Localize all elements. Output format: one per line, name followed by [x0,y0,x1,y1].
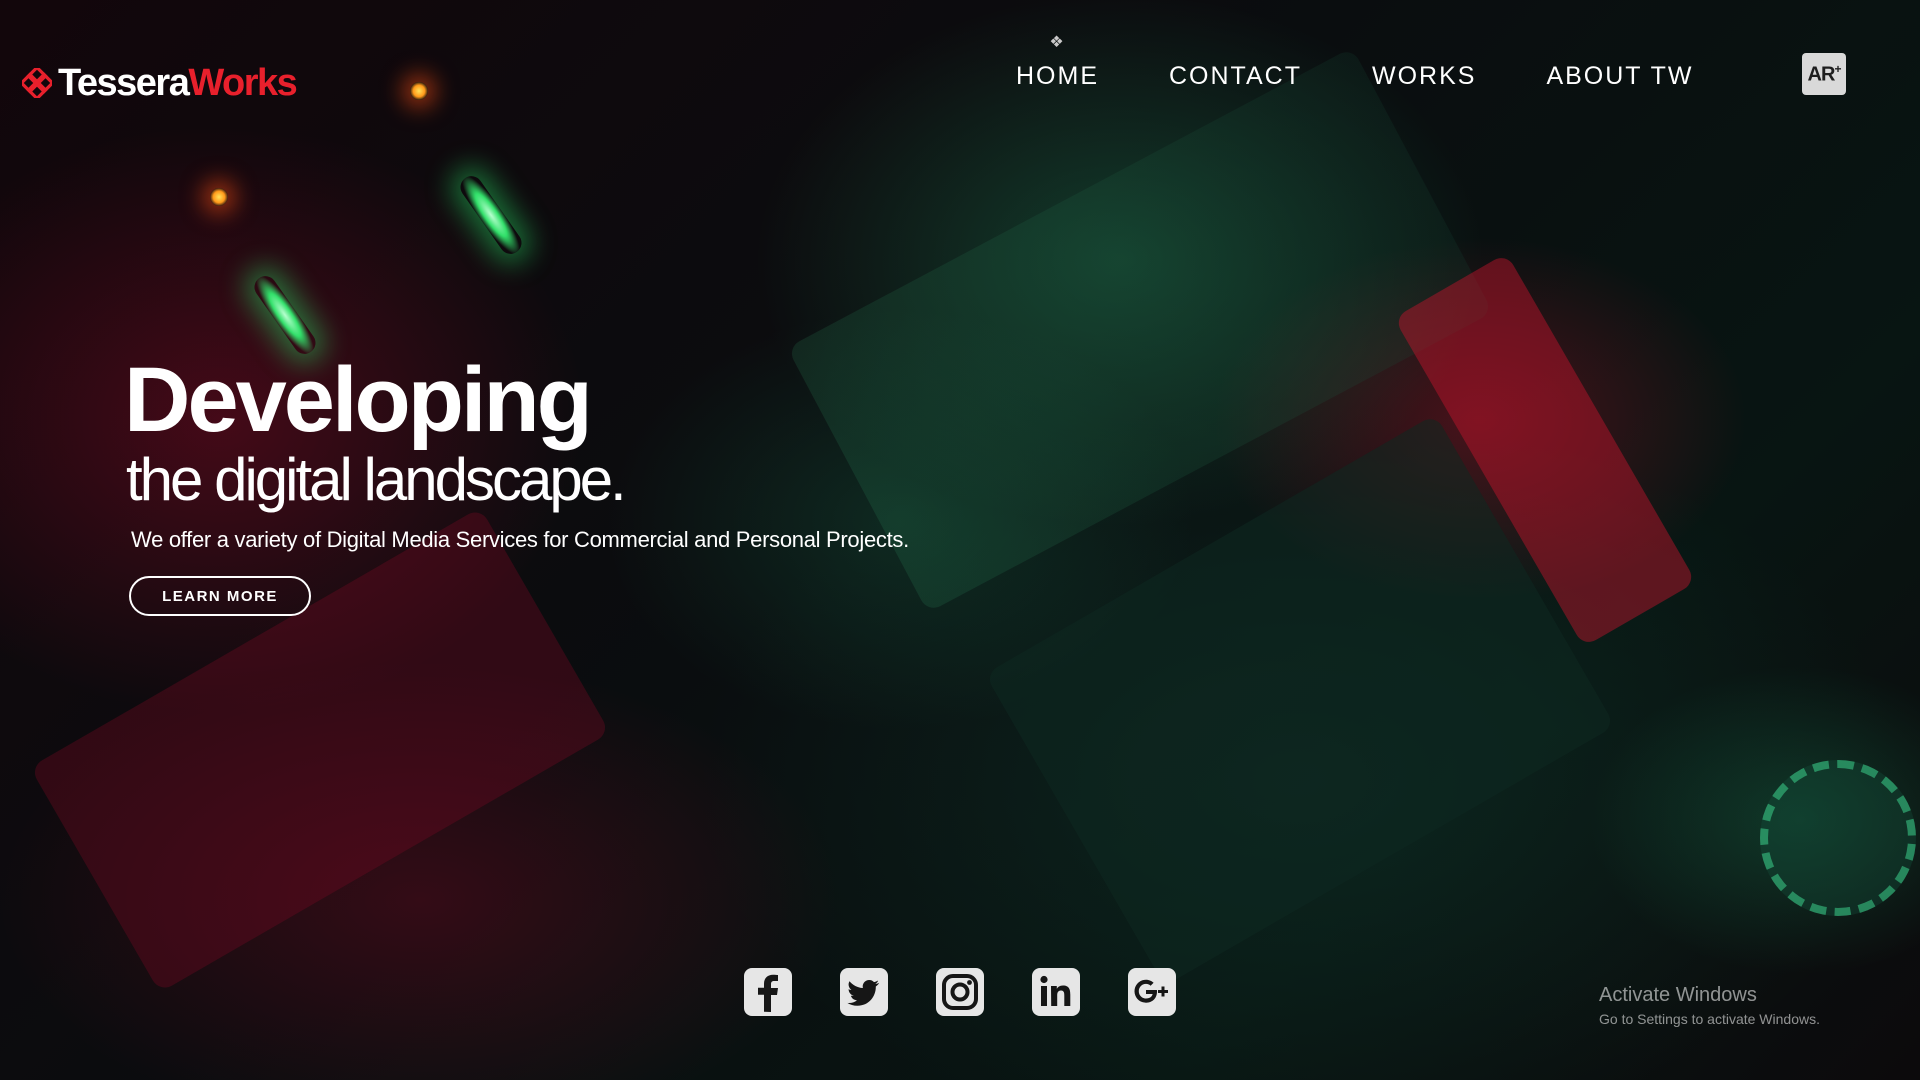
bg-device-shape [1393,252,1697,648]
nav-contact[interactable]: CONTACT [1169,62,1302,91]
nav-works[interactable]: WORKS [1372,62,1476,91]
ar-badge-label: AR+ [1807,61,1842,87]
ar-sup: + [1834,61,1841,76]
social-links [744,968,1176,1016]
led-light-icon [210,188,228,206]
brand-name-part1: Tessera [58,62,190,104]
tessera-knot-icon [19,65,55,101]
hero-subtitle: the digital landscape. [126,446,627,513]
hero-title: Developing [124,349,593,451]
facebook-icon[interactable] [744,968,792,1016]
bg-device-shape [984,414,1616,986]
learn-more-button[interactable]: LEARN MORE [129,576,311,616]
instagram-icon[interactable] [936,968,984,1016]
windows-activation-watermark: Activate Windows Go to Settings to activ… [1599,984,1820,1027]
ar-button[interactable]: AR+ [1802,53,1846,95]
watermark-subtitle: Go to Settings to activate Windows. [1599,1011,1820,1027]
led-light-icon [410,82,428,100]
watermark-title: Activate Windows [1599,984,1757,1006]
diamond-marker-icon: ❖ [1049,34,1066,51]
hero-description: We offer a variety of Digital Media Serv… [131,527,909,552]
twitter-icon[interactable] [840,968,888,1016]
ar-text: AR [1807,63,1836,86]
led-strip-icon [456,171,526,259]
brand-name: TesseraWorks [58,62,298,104]
bg-device-shape [29,507,611,993]
nav-home-label: HOME [1016,62,1099,90]
linkedin-icon[interactable] [1032,968,1080,1016]
led-strip-icon [250,271,320,359]
main-nav: ❖ HOME CONTACT WORKS ABOUT TW [1016,34,1763,91]
bg-device-shape [1760,760,1916,916]
hero-background: TesseraWorks ❖ HOME CONTACT WORKS ABOUT … [0,0,1920,1080]
brand-logo[interactable]: TesseraWorks [19,62,298,104]
brand-name-part2: Works [188,62,297,104]
nav-about[interactable]: ABOUT TW [1546,62,1693,91]
google-plus-icon[interactable] [1128,968,1176,1016]
nav-home[interactable]: ❖ HOME [1016,34,1099,91]
